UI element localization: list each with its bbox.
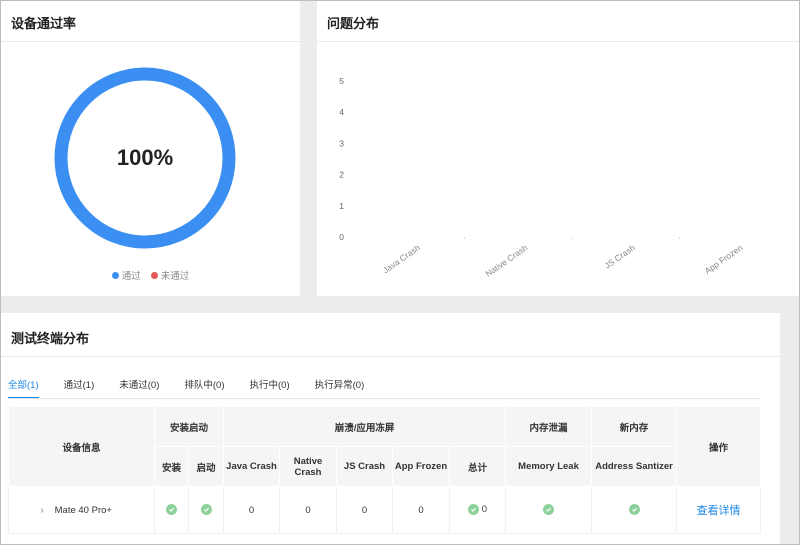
legend-fail-label: 未通过: [160, 271, 190, 282]
col-device-info: 设备信息: [8, 406, 155, 487]
address-sanitizer-cell: [591, 486, 678, 534]
tab-error[interactable]: 执行异常(0): [315, 377, 365, 399]
app-frozen-count: 0: [392, 486, 451, 534]
pass-rate-value: 100%: [116, 145, 174, 170]
pass-rate-card: 设备通过率 100% 通过 未通过: [1, 1, 300, 296]
native-crash-count: 0: [279, 486, 338, 534]
legend-pass-label: 通过: [121, 271, 141, 282]
tab-failed[interactable]: 未通过(0): [119, 377, 159, 399]
terminal-distribution-title: 测试终端分布: [11, 331, 90, 346]
y-tick-label: 4: [339, 107, 344, 117]
col-group-new-memory: 新内存: [591, 406, 678, 447]
terminal-table: 设备信息 安装启动 崩溃/应用冻屏 内存泄漏 新内存 操作 安装 启动 Java…: [8, 406, 762, 534]
tab-running[interactable]: 执行中(0): [250, 377, 290, 399]
pass-rate-title: 设备通过率: [11, 16, 77, 31]
col-js-crash: JS Crash: [336, 446, 394, 487]
check-circle-icon: [200, 504, 212, 516]
y-tick-label: 5: [339, 76, 344, 86]
y-tick-label: 2: [339, 170, 344, 180]
tab-all[interactable]: 全部(1): [8, 377, 39, 399]
expand-row-chevron-icon[interactable]: ›: [32, 505, 52, 516]
col-group-crash: 崩溃/应用冻屏: [223, 406, 507, 447]
col-install: 安装: [154, 446, 189, 487]
table-row: › Mate 40 Pro+ 0 0 0 0 0 查看详情: [8, 486, 762, 534]
legend-pass-dot-icon: [111, 271, 119, 279]
operation-cell: 查看详情: [676, 486, 762, 534]
device-cell: › Mate 40 Pro+: [8, 486, 155, 534]
y-tick-label: 0: [339, 232, 344, 242]
legend-fail[interactable]: 未通过: [150, 268, 190, 282]
col-java-crash: Java Crash: [223, 446, 281, 487]
x-tick-label: App Frozen: [703, 242, 745, 276]
js-crash-count: 0: [336, 486, 394, 534]
issue-distribution-card: 问题分布 0 1 2 3 4 5 Java Crash Native Crash JS Cras…: [317, 1, 799, 296]
check-circle-icon: [628, 504, 640, 516]
start-status-cell: [187, 486, 225, 534]
x-tick-label: Native Crash: [483, 242, 529, 279]
total-count: 0: [481, 504, 487, 516]
java-crash-count: 0: [223, 486, 281, 534]
col-memory-leak: Memory Leak: [505, 446, 593, 487]
col-start: 启动: [187, 446, 225, 487]
view-details-link[interactable]: 查看详情: [697, 505, 741, 517]
divider: [317, 41, 799, 42]
terminal-distribution-card: 测试终端分布 全部(1) 通过(1) 未通过(0) 排队中(0) 执行中(0) …: [1, 313, 780, 544]
col-address-sanitizer: Address Santizer: [591, 446, 678, 487]
status-tabs: 全部(1) 通过(1) 未通过(0) 排队中(0) 执行中(0) 执行异常(0): [8, 377, 389, 399]
col-group-memory-leak: 内存泄漏: [505, 406, 593, 447]
col-native-crash: Native Crash: [279, 446, 338, 487]
check-circle-icon: [543, 504, 555, 516]
pass-rate-legend: 通过 未通过: [1, 268, 300, 282]
tabs-divider: [8, 398, 760, 399]
tab-passed[interactable]: 通过(1): [64, 377, 95, 399]
install-status-cell: [154, 486, 189, 534]
col-total: 总计: [449, 446, 507, 487]
device-name: Mate 40 Pro+: [54, 504, 112, 516]
divider: [1, 356, 780, 357]
col-group-install-start: 安装启动: [153, 406, 225, 447]
y-tick-label: 3: [339, 138, 344, 148]
tab-queued[interactable]: 排队中(0): [184, 377, 224, 399]
memory-leak-cell: [505, 486, 593, 534]
check-circle-icon: [166, 504, 177, 516]
check-circle-icon: [468, 504, 480, 516]
col-app-frozen: App Frozen: [392, 446, 451, 487]
issue-bar-chart: 0 1 2 3 4 5 Java Crash Native Crash JS Crash App …: [339, 76, 745, 279]
total-cell: 0: [449, 486, 507, 534]
col-operation: 操作: [676, 406, 762, 487]
x-tick-label: Java Crash: [381, 242, 422, 275]
divider: [1, 41, 300, 42]
legend-pass[interactable]: 通过: [111, 268, 141, 282]
issue-distribution-title: 问题分布: [327, 16, 380, 31]
x-tick-label: JS Crash: [603, 242, 638, 270]
legend-fail-dot-icon: [150, 271, 158, 279]
y-tick-label: 1: [339, 201, 344, 211]
